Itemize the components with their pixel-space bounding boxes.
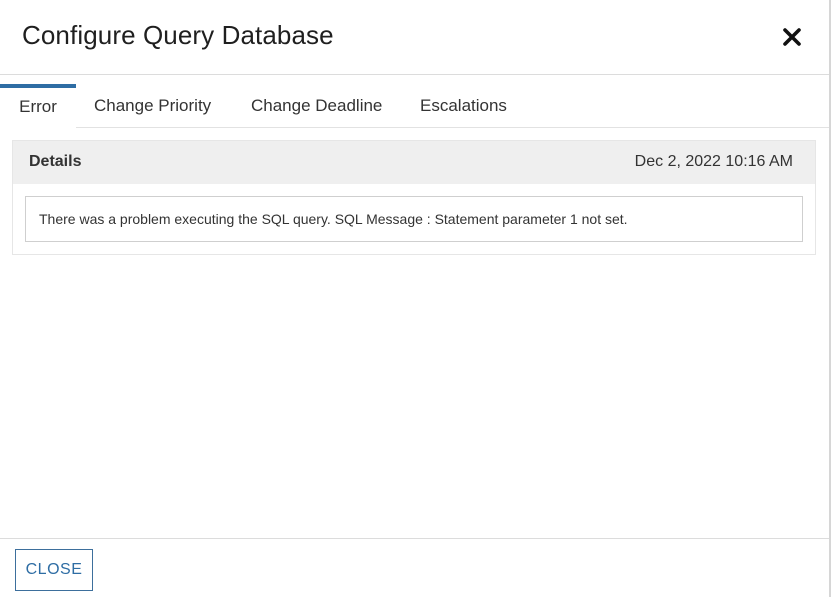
tab-error[interactable]: Error	[0, 84, 76, 128]
details-panel: Details Dec 2, 2022 10:16 AM There was a…	[12, 140, 816, 255]
dialog-header: Configure Query Database	[0, 0, 829, 75]
close-icon[interactable]	[780, 25, 804, 49]
configure-query-database-dialog: Configure Query Database Error Change Pr…	[0, 0, 829, 597]
details-timestamp: Dec 2, 2022 10:16 AM	[634, 153, 793, 170]
tab-change-deadline[interactable]: Change Deadline	[251, 84, 382, 128]
dialog-footer: CLOSE	[0, 538, 829, 597]
tab-escalations[interactable]: Escalations	[420, 84, 507, 128]
error-message: There was a problem executing the SQL qu…	[39, 211, 628, 227]
tab-change-priority[interactable]: Change Priority	[94, 84, 211, 128]
details-panel-header: Details Dec 2, 2022 10:16 AM	[13, 141, 815, 184]
dialog-title: Configure Query Database	[22, 20, 334, 50]
details-title: Details	[29, 153, 82, 170]
tab-bar: Error Change Priority Change Deadline Es…	[0, 84, 829, 128]
close-button[interactable]: CLOSE	[15, 549, 93, 591]
error-message-box: There was a problem executing the SQL qu…	[25, 196, 803, 242]
